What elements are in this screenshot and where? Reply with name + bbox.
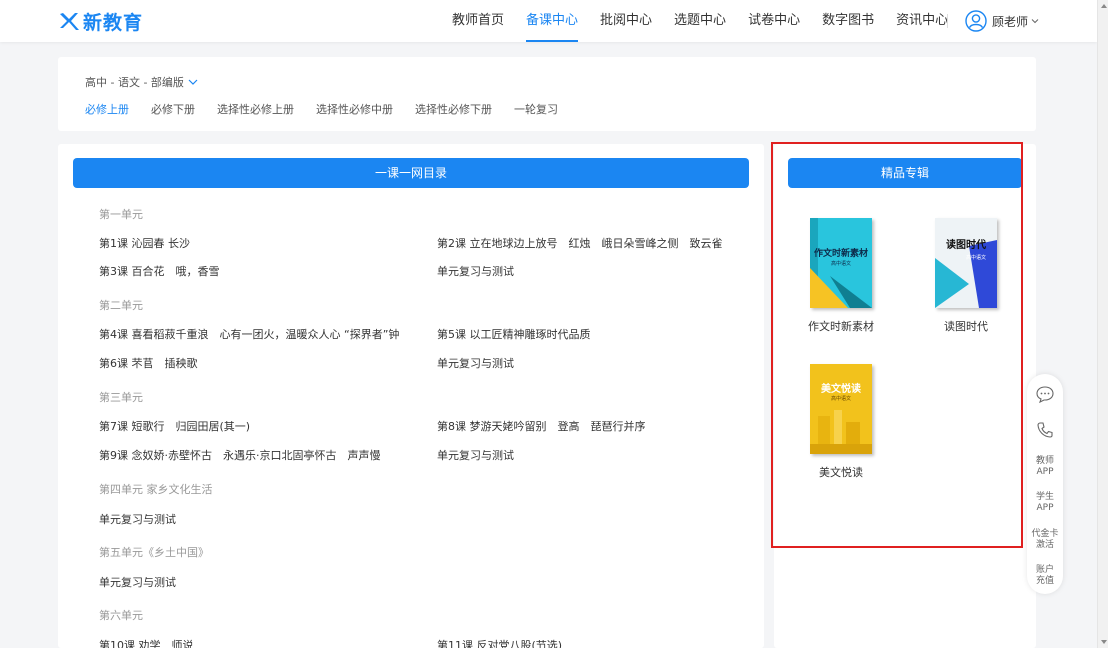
voucher-activate-link[interactable]: 代金卡 激活 [1027,529,1063,551]
unit-title: 第六单元 [99,609,143,622]
unit-title: 第五单元《乡土中国》 [99,546,209,559]
lesson-item[interactable]: 第7课 短歌行 归园田居(其一) [99,418,250,434]
logo-text: 新教育 [83,11,144,34]
side-label: 账户 [1035,565,1054,575]
volume-tabs: 必修上册 必修下册 选择性必修上册 选择性必修中册 选择性必修下册 一轮复习 [85,101,580,117]
side-label: 代金卡 [1031,529,1059,539]
main-nav: 教师首页 备课中心 批阅中心 选题中心 试卷中心 数字图书 资讯中心 [452,0,970,42]
lesson-item[interactable]: 第1课 沁园春 长沙 [99,235,190,251]
tab-first-review[interactable]: 一轮复习 [514,101,558,117]
lesson-item[interactable]: 第10课 劝学 师说 [99,637,194,648]
lesson-item[interactable]: 第6课 芣苢 插秧歌 [99,355,198,371]
breadcrumb: 高中 - 语文 - 部编版 [85,76,184,89]
lesson-item[interactable]: 第2课 立在地球边上放号 红烛 峨日朵雪峰之侧 致云雀 [437,235,723,251]
top-header: 新教育 教师首页 备课中心 批阅中心 选题中心 试卷中心 数字图书 资讯中心 顾… [0,0,1097,42]
unit-title: 第三单元 [99,391,143,404]
highlight-box [771,142,1023,548]
side-label: APP [1036,467,1054,477]
nav-grading[interactable]: 批阅中心 [600,0,652,42]
lesson-item[interactable]: 单元复习与测试 [99,511,176,527]
user-name: 顾老师 [992,14,1029,29]
grade-subject-selector[interactable]: 高中 - 语文 - 部编版 [85,74,198,90]
lesson-item[interactable]: 第9课 念奴娇·赤壁怀古 永遇乐·京口北固亭怀古 声声慢 [99,447,381,463]
side-label: APP [1036,503,1054,513]
lesson-item[interactable]: 单元复习与测试 [437,447,514,463]
lesson-item[interactable]: 单元复习与测试 [99,574,176,590]
nav-divider [947,14,948,28]
tab-required-1[interactable]: 必修上册 [85,101,129,117]
tab-elective-3[interactable]: 选择性必修下册 [415,101,492,117]
unit-title: 第二单元 [99,299,143,312]
tab-required-2[interactable]: 必修下册 [151,101,195,117]
nav-exam-paper[interactable]: 试卷中心 [748,0,800,42]
lesson-item[interactable]: 单元复习与测试 [437,263,514,279]
nav-question-select[interactable]: 选题中心 [674,0,726,42]
unit-title: 第四单元 家乡文化生活 [99,483,213,496]
side-label: 充值 [1035,576,1054,586]
lesson-item[interactable]: 第11课 反对党八股(节选) [437,637,562,648]
scroll-down-arrow-icon[interactable] [1101,640,1107,644]
lesson-item[interactable]: 第3课 百合花 哦，香雪 [99,263,220,279]
catalog-header-button[interactable]: 一课一网目录 [73,158,749,188]
lesson-item[interactable]: 第8课 梦游天姥吟留别 登高 琵琶行并序 [437,418,646,434]
chat-icon[interactable] [1035,384,1055,404]
lesson-item[interactable]: 第5课 以工匠精神雕琢时代品质 [437,326,591,342]
account-recharge-link[interactable]: 账户 充值 [1027,565,1063,587]
user-avatar-icon [965,10,987,32]
student-app-link[interactable]: 学生 APP [1027,492,1063,514]
tab-elective-1[interactable]: 选择性必修上册 [217,101,294,117]
chevron-down-icon [188,79,198,85]
nav-digital-books[interactable]: 数字图书 [822,0,874,42]
nav-lesson-prep[interactable]: 备课中心 [526,0,579,42]
chevron-down-icon [1031,19,1039,24]
logo-mark-icon [60,13,79,30]
logo[interactable]: 新教育 [58,8,143,34]
tab-elective-2[interactable]: 选择性必修中册 [316,101,393,117]
nav-teacher-home[interactable]: 教师首页 [452,0,504,42]
page-scrollbar[interactable] [1097,0,1108,648]
side-toolbar: 教师 APP 学生 APP 代金卡 激活 账户 充值 [1027,374,1063,594]
lesson-item[interactable]: 第4课 喜看稻菽千重浪 心有一团火，温暖众人心 “探界者”钟... [99,326,399,342]
side-label: 教师 [1035,456,1054,466]
catalog-card: 一课一网目录 第一单元 第1课 沁园春 长沙 第2课 立在地球边上放号 红烛 峨… [58,144,764,648]
nav-news[interactable]: 资讯中心 [896,0,948,42]
textbook-filter-card: 高中 - 语文 - 部编版 必修上册 必修下册 选择性必修上册 选择性必修中册 … [58,57,1036,131]
teacher-app-link[interactable]: 教师 APP [1027,456,1063,478]
user-menu[interactable]: 顾老师 [965,9,1039,33]
side-label: 学生 [1035,492,1054,502]
side-label: 激活 [1035,540,1054,550]
lesson-item[interactable]: 单元复习与测试 [437,355,514,371]
scroll-up-arrow-icon[interactable] [1101,4,1107,8]
unit-title: 第一单元 [99,208,143,221]
phone-icon[interactable] [1035,420,1055,440]
